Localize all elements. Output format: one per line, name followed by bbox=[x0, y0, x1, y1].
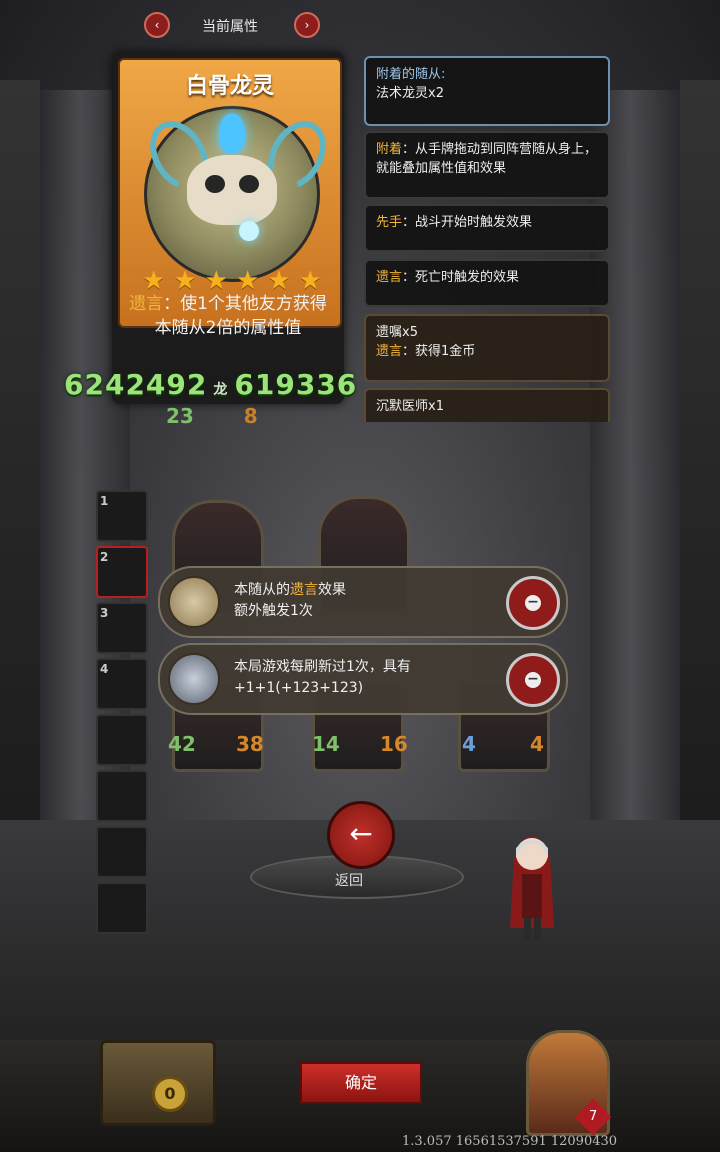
hero-health: 7 bbox=[588, 1109, 598, 1124]
effect-text-line2: 额外触发1次 bbox=[234, 603, 313, 619]
board-health: 4 bbox=[530, 732, 544, 756]
back-label: 返回 bbox=[335, 873, 363, 889]
effect-text-post: 效果 bbox=[318, 582, 346, 598]
ring-icon bbox=[168, 653, 220, 705]
effect-text-pre: 本随从的 bbox=[234, 582, 290, 598]
keyword-deathrattle: 遗言 bbox=[129, 294, 164, 314]
star-icon: ★ bbox=[204, 266, 228, 296]
board-health: 38 bbox=[236, 732, 264, 756]
star-rating: ★ ★ ★ ★ ★ ★ bbox=[142, 268, 322, 294]
item-effect: ：获得1金币 bbox=[402, 344, 476, 359]
attached-item-panel[interactable]: 沉默医师x1 bbox=[364, 388, 610, 422]
board-health: 16 bbox=[380, 732, 408, 756]
curtain-right bbox=[680, 80, 720, 840]
item-name: 沉默医师x1 bbox=[376, 399, 444, 414]
page-title: 当前属性 bbox=[202, 19, 258, 35]
minion-slot[interactable]: 4 bbox=[96, 658, 148, 710]
remove-effect-button[interactable]: − bbox=[506, 576, 560, 630]
effect-text-line1: 本局游戏每刷新过1次，具有 bbox=[234, 659, 411, 675]
star-icon: ★ bbox=[142, 266, 166, 296]
skull-eye bbox=[205, 175, 225, 193]
flame-icon bbox=[219, 113, 245, 153]
item-name: 遗嘱x5 bbox=[376, 325, 418, 340]
minion-slot[interactable]: 3 bbox=[96, 602, 148, 654]
skull-icon bbox=[187, 155, 277, 225]
minion-stats: 23 8 bbox=[166, 404, 258, 428]
attached-item-panel[interactable]: 遗嘱x5 遗言：获得1金币 bbox=[364, 314, 610, 382]
minion-attack: 23 bbox=[166, 404, 194, 428]
remove-effect-button[interactable]: − bbox=[506, 653, 560, 707]
keyword: 先手 bbox=[376, 215, 403, 230]
coin-icon bbox=[168, 576, 220, 628]
star-icon: ★ bbox=[298, 266, 322, 296]
minus-icon: − bbox=[525, 672, 541, 688]
effect-text: 本随从的遗言效果 额外触发1次 bbox=[234, 580, 346, 622]
effect-text-line2: +1+1(+123+123) bbox=[234, 680, 364, 696]
stat-right: 619336 bbox=[234, 368, 358, 401]
total-stats: 6242492 龙 619336 bbox=[64, 368, 357, 401]
minion-portrait bbox=[138, 106, 338, 282]
effect-row: 本局游戏每刷新过1次，具有 +1+1(+123+123) − bbox=[158, 643, 568, 715]
minion-slot[interactable]: 2 bbox=[96, 546, 148, 598]
slot-number: 3 bbox=[100, 606, 109, 620]
curtain-left bbox=[0, 80, 40, 840]
gold-counter: 0 bbox=[152, 1076, 188, 1112]
keyword-first-strike-panel: 先手：战斗开始时触发效果 bbox=[364, 204, 610, 252]
minion-slot[interactable] bbox=[96, 770, 148, 822]
keyword-desc: ：死亡时触发的效果 bbox=[402, 270, 520, 285]
stat-left: 6242492 bbox=[64, 368, 208, 401]
hero-character bbox=[510, 836, 554, 940]
keyword-desc: ：从手牌拖动到同阵营随从身上，就能叠加属性值和效果 bbox=[376, 142, 598, 176]
effect-text: 本局游戏每刷新过1次，具有 +1+1(+123+123) bbox=[234, 657, 411, 699]
chevron-right-icon[interactable]: › bbox=[294, 12, 320, 38]
keyword: 附着 bbox=[376, 142, 403, 157]
board-attack: 4 bbox=[462, 732, 476, 756]
version-text: 1.3.057 16561537591 12090430 bbox=[402, 1134, 618, 1149]
minion-health: 8 bbox=[243, 404, 258, 428]
board-attack: 42 bbox=[168, 732, 196, 756]
back-arrow-icon: ← bbox=[349, 817, 373, 850]
minion-slot[interactable] bbox=[96, 826, 148, 878]
minion-slot[interactable] bbox=[96, 714, 148, 766]
minion-slot[interactable]: 1 bbox=[96, 490, 148, 542]
attached-minions-panel[interactable]: 附着的随从: 法术龙灵x2 bbox=[364, 56, 610, 126]
star-icon: ★ bbox=[235, 266, 260, 296]
minion-slot[interactable] bbox=[96, 882, 148, 934]
keyword: 遗言 bbox=[290, 582, 318, 598]
effect-row: 本随从的遗言效果 额外触发1次 − bbox=[158, 566, 568, 638]
skull-eye bbox=[239, 175, 259, 193]
card-name: 白骨龙灵 bbox=[185, 74, 274, 99]
description-text: ：使1个其他友方获得本随从2倍的属性值 bbox=[154, 294, 327, 338]
slot-number: 4 bbox=[100, 662, 109, 676]
attribute-nav: ‹ 当前属性 › bbox=[140, 10, 320, 40]
keyword-desc: ：战斗开始时触发效果 bbox=[402, 215, 533, 230]
keyword-deathrattle-panel: 遗言：死亡时触发的效果 bbox=[364, 259, 610, 307]
panel-heading: 附着的随从: bbox=[376, 67, 446, 82]
slot-number: 2 bbox=[100, 550, 109, 564]
board-attack: 14 bbox=[312, 732, 340, 756]
stat-type: 龙 bbox=[213, 382, 229, 398]
keyword: 遗言 bbox=[376, 270, 403, 285]
back-button[interactable]: ← bbox=[327, 801, 395, 869]
orb-icon bbox=[239, 221, 259, 241]
keyword: 遗言 bbox=[376, 344, 403, 359]
panel-value: 法术龙灵x2 bbox=[376, 86, 444, 101]
minion-card: 白骨龙灵 ★ ★ ★ ★ ★ ★ 遗言：使1个其他友方获得本随从2倍的属性值 bbox=[112, 52, 344, 404]
star-icon: ★ bbox=[173, 266, 197, 296]
card-description: 遗言：使1个其他友方获得本随从2倍的属性值 bbox=[124, 292, 332, 340]
confirm-button[interactable]: 确定 bbox=[300, 1062, 422, 1104]
keyword-attach-panel: 附着：从手牌拖动到同阵营随从身上，就能叠加属性值和效果 bbox=[364, 131, 610, 199]
slot-number: 1 bbox=[100, 494, 109, 508]
card-frame: 白骨龙灵 ★ ★ ★ ★ ★ ★ bbox=[118, 58, 342, 328]
minus-icon: − bbox=[525, 595, 541, 611]
star-icon: ★ bbox=[267, 266, 291, 296]
